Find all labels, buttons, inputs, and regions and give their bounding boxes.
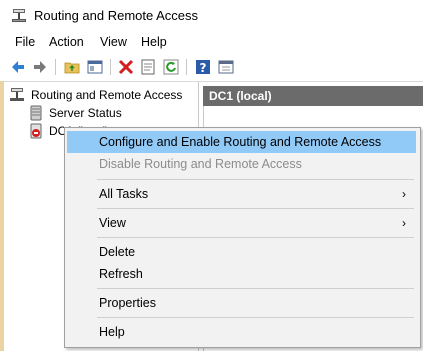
menu-item-label: Disable Routing and Remote Access <box>99 157 302 171</box>
menu-separator <box>97 208 414 209</box>
server-stopped-icon <box>30 123 42 139</box>
menu-item-help[interactable]: Help <box>67 321 416 343</box>
toolbar: ? <box>0 53 423 82</box>
menu-item-label: All Tasks <box>99 187 149 201</box>
menu-item-label: Help <box>99 325 125 339</box>
refresh-icon[interactable] <box>162 58 180 76</box>
menu-view[interactable]: View <box>100 35 127 49</box>
svg-text:?: ? <box>200 61 207 75</box>
routing-root-icon <box>10 88 24 101</box>
menu-separator <box>97 317 414 318</box>
show-hide-tree-icon[interactable] <box>86 58 104 76</box>
title-bar: Routing and Remote Access <box>0 0 423 31</box>
menu-item-label: Refresh <box>99 267 143 281</box>
delete-icon[interactable] <box>117 58 135 76</box>
server-icon <box>30 105 42 121</box>
menu-separator <box>97 237 414 238</box>
menu-item-refresh[interactable]: Refresh <box>67 263 416 285</box>
toolbar-separator <box>55 59 56 75</box>
menu-item-label: View <box>99 216 126 230</box>
tree-root-label: Routing and Remote Access <box>31 88 183 102</box>
menu-item-label: Delete <box>99 245 136 259</box>
menu-item-view[interactable]: View › <box>67 212 416 234</box>
details-pane-title: DC1 (local) <box>209 89 272 103</box>
menu-item-label: Configure and Enable Routing and Remote … <box>99 135 382 149</box>
menu-file[interactable]: File <box>15 35 35 49</box>
menu-item-disable: Disable Routing and Remote Access <box>67 153 416 175</box>
menu-item-all-tasks[interactable]: All Tasks › <box>67 183 416 205</box>
properties-icon[interactable] <box>139 58 157 76</box>
menu-separator <box>97 179 414 180</box>
menu-item-properties[interactable]: Properties <box>67 292 416 314</box>
menu-bar: File Action View Help <box>0 31 423 53</box>
tree-item-label: Server Status <box>49 106 122 120</box>
menu-help[interactable]: Help <box>141 35 167 49</box>
forward-icon[interactable] <box>31 58 49 76</box>
console-icon[interactable] <box>217 58 235 76</box>
toolbar-separator <box>186 59 187 75</box>
menu-item-delete[interactable]: Delete <box>67 241 416 263</box>
menu-action[interactable]: Action <box>49 35 84 49</box>
context-menu: Configure and Enable Routing and Remote … <box>64 127 421 348</box>
submenu-arrow-icon: › <box>402 216 406 230</box>
details-pane-header: DC1 (local) <box>203 86 423 106</box>
toolbar-separator <box>110 59 111 75</box>
back-icon[interactable] <box>9 58 27 76</box>
submenu-arrow-icon: › <box>402 187 406 201</box>
menu-item-configure-enable[interactable]: Configure and Enable Routing and Remote … <box>67 131 416 153</box>
up-folder-icon[interactable] <box>63 58 81 76</box>
window-title: Routing and Remote Access <box>34 8 199 23</box>
menu-separator <box>97 288 414 289</box>
routing-app-icon <box>12 9 26 22</box>
menu-item-label: Properties <box>99 296 156 310</box>
help-icon[interactable]: ? <box>194 58 212 76</box>
